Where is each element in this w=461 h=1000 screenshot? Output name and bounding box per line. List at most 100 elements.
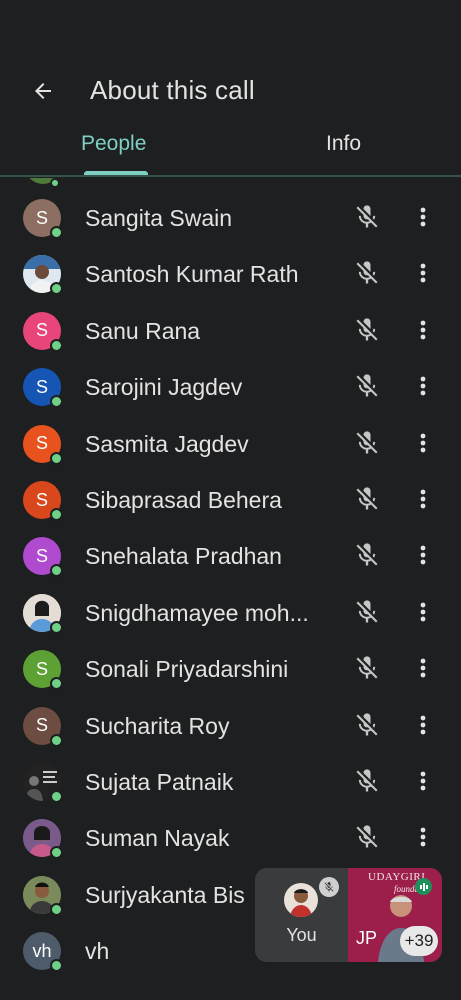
mic-off-icon bbox=[356, 712, 378, 736]
avatar-container: vh bbox=[23, 932, 63, 973]
mic-status bbox=[353, 316, 381, 344]
participant-row[interactable]: Santosh Kumar Rath bbox=[0, 249, 461, 305]
more-vert-icon bbox=[420, 320, 426, 340]
participant-name: Sarojini Jagdev bbox=[85, 374, 243, 401]
participant-row[interactable]: S Sarojini Jagdev bbox=[0, 362, 461, 418]
presence-indicator bbox=[50, 226, 63, 239]
more-vert-icon bbox=[420, 433, 426, 452]
presence-indicator bbox=[50, 338, 63, 352]
mic-status bbox=[353, 711, 381, 739]
presence-indicator bbox=[50, 733, 63, 747]
tab-bar: People Info bbox=[0, 124, 461, 178]
participant-name: Sonali Priyadarshini bbox=[85, 656, 289, 683]
self-label: You bbox=[286, 925, 317, 945]
participant-row[interactable]: Suman Nayak bbox=[0, 813, 461, 869]
participant-name: Sanu Rana bbox=[85, 317, 201, 344]
presence-indicator bbox=[50, 395, 63, 409]
participant-row[interactable]: S Sangita Swain bbox=[0, 193, 461, 249]
mic-status bbox=[353, 203, 381, 231]
page-title: About this call bbox=[90, 75, 255, 105]
app-header: About this call bbox=[0, 0, 461, 120]
self-view-pip[interactable]: You UDAYGIRI foundati JP +39 bbox=[255, 868, 442, 962]
participant-name: Suman Nayak bbox=[85, 825, 230, 852]
more-vert-icon bbox=[420, 715, 426, 734]
mic-status bbox=[353, 485, 381, 513]
more-vert-icon bbox=[420, 489, 426, 509]
avatar-container: S bbox=[23, 537, 63, 578]
presence-indicator bbox=[50, 508, 63, 521]
mic-status bbox=[353, 259, 381, 287]
mic-off-icon bbox=[356, 769, 378, 792]
tab-people[interactable]: People bbox=[81, 132, 146, 156]
avatar-container bbox=[23, 593, 63, 634]
presence-indicator bbox=[50, 677, 63, 691]
more-vert-icon bbox=[420, 602, 426, 622]
avatar-container: S bbox=[23, 481, 63, 521]
presence-indicator bbox=[50, 620, 63, 634]
participant-name: Snigdhamayee moh... bbox=[85, 599, 309, 626]
avatar-container: S bbox=[23, 650, 63, 691]
more-vert-icon bbox=[420, 545, 426, 565]
presence-indicator bbox=[50, 178, 60, 188]
participant-count-badge: +39 bbox=[400, 926, 438, 956]
more-options-button[interactable] bbox=[413, 823, 433, 851]
more-options-button[interactable] bbox=[413, 203, 433, 231]
more-options-button[interactable] bbox=[413, 711, 433, 739]
mic-off-icon bbox=[356, 487, 378, 510]
mic-status bbox=[353, 767, 381, 795]
mic-status bbox=[353, 429, 381, 457]
avatar-container: S bbox=[23, 311, 63, 352]
mic-status bbox=[353, 654, 381, 682]
self-tile[interactable]: You bbox=[255, 868, 348, 962]
presence-indicator bbox=[50, 790, 63, 803]
mic-status bbox=[353, 372, 381, 400]
avatar-container: S bbox=[23, 199, 63, 239]
self-mic-off-icon bbox=[319, 877, 339, 897]
mic-off-icon bbox=[356, 261, 378, 284]
participant-row[interactable]: Snigdhamayee moh... bbox=[0, 588, 461, 644]
mic-off-icon bbox=[356, 374, 378, 397]
more-vert-icon bbox=[420, 827, 426, 847]
mic-status bbox=[353, 823, 381, 851]
participant-row[interactable]: S Snehalata Pradhan bbox=[0, 531, 461, 587]
more-vert-icon bbox=[420, 658, 426, 678]
participant-name: Surjyakanta Bis bbox=[85, 881, 245, 908]
participant-row[interactable]: S Sasmita Jagdev bbox=[0, 419, 461, 475]
tab-divider bbox=[0, 175, 461, 177]
mic-status bbox=[353, 598, 381, 626]
participant-row[interactable]: S Sucharita Roy bbox=[0, 701, 461, 757]
more-options-button[interactable] bbox=[413, 767, 433, 795]
more-options-button[interactable] bbox=[413, 485, 433, 513]
participant-name: Sujata Patnaik bbox=[85, 769, 234, 795]
presence-indicator bbox=[50, 846, 63, 860]
participant-name: vh bbox=[85, 938, 110, 965]
presence-indicator bbox=[50, 902, 63, 916]
participant-row[interactable]: S Sanu Rana bbox=[0, 306, 461, 362]
participant-row[interactable]: Sujata Patnaik bbox=[0, 757, 461, 813]
active-speaker-tile[interactable]: UDAYGIRI foundati JP +39 bbox=[348, 868, 442, 962]
tab-info[interactable]: Info bbox=[326, 132, 361, 156]
presence-indicator bbox=[50, 282, 63, 296]
avatar-container: S bbox=[23, 368, 63, 409]
participant-row[interactable]: S Sibaprasad Behera bbox=[0, 475, 461, 531]
self-avatar bbox=[284, 883, 318, 917]
mic-off-icon bbox=[356, 205, 378, 228]
more-options-button[interactable] bbox=[413, 598, 433, 626]
avatar-container bbox=[23, 763, 63, 803]
presence-indicator bbox=[50, 959, 63, 973]
more-options-button[interactable] bbox=[413, 654, 433, 682]
avatar-container: S bbox=[23, 424, 63, 465]
participant-name: Sucharita Roy bbox=[85, 712, 230, 739]
mic-status bbox=[353, 541, 381, 569]
back-button[interactable] bbox=[26, 74, 60, 108]
more-options-button[interactable] bbox=[413, 259, 433, 287]
more-options-button[interactable] bbox=[413, 372, 433, 400]
more-vert-icon bbox=[420, 771, 426, 791]
more-options-button[interactable] bbox=[413, 541, 433, 569]
mic-off-icon bbox=[356, 600, 378, 623]
participant-row[interactable]: S Sonali Priyadarshini bbox=[0, 644, 461, 700]
participant-name: Sasmita Jagdev bbox=[85, 430, 249, 457]
avatar-container bbox=[23, 255, 63, 296]
more-options-button[interactable] bbox=[413, 429, 433, 457]
more-options-button[interactable] bbox=[413, 316, 433, 344]
